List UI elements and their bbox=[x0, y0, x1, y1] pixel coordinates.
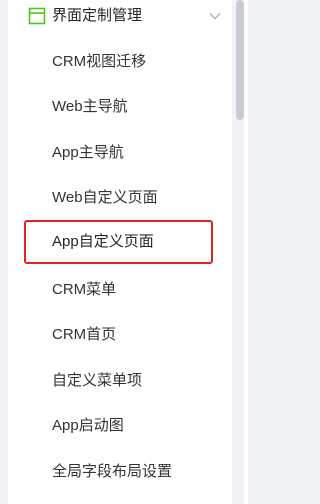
scrollbar-thumb[interactable] bbox=[236, 0, 244, 120]
menu-item-label: CRM菜单 bbox=[52, 281, 117, 298]
menu-item-app-custom-page[interactable]: App自定义页面 bbox=[24, 220, 213, 264]
sidebar-menu: 界面定制管理 CRM视图迁移 Web主导航 App主导航 Web自定义页面 Ap… bbox=[8, 0, 248, 504]
menu-item-app-main-nav[interactable]: App主导航 bbox=[8, 135, 236, 171]
menu-item-label: Web自定义页面 bbox=[52, 189, 158, 206]
menu-item-web-custom-page[interactable]: Web自定义页面 bbox=[8, 180, 236, 216]
menu-item-app-launch-image[interactable]: App启动图 bbox=[8, 408, 236, 444]
window-layout-icon bbox=[28, 7, 46, 25]
menu-item-label: CRM视图迁移 bbox=[52, 53, 147, 70]
menu-item-web-main-nav[interactable]: Web主导航 bbox=[8, 89, 236, 125]
menu-item-crm-view-migration[interactable]: CRM视图迁移 bbox=[8, 44, 236, 80]
menu-item-custom-menu-entry[interactable]: 自定义菜单项 bbox=[8, 363, 236, 399]
menu-item-label: CRM首页 bbox=[52, 326, 117, 343]
menu-item-label: App主导航 bbox=[52, 144, 124, 161]
menu-item-label: Web主导航 bbox=[52, 98, 128, 115]
menu-item-label: App启动图 bbox=[52, 417, 124, 434]
chevron-down-icon[interactable] bbox=[208, 9, 222, 23]
menu-item-label: 自定义菜单项 bbox=[52, 372, 143, 389]
menu-item-label: 全局字段布局设置 bbox=[52, 463, 173, 480]
menu-item-global-field-layout[interactable]: 全局字段布局设置 bbox=[8, 454, 236, 490]
menu-item-crm-home[interactable]: CRM首页 bbox=[8, 317, 236, 353]
menu-item-label: App自定义页面 bbox=[52, 233, 154, 250]
menu-item-crm-menu[interactable]: CRM菜单 bbox=[8, 272, 236, 308]
menu-group-title: 界面定制管理 bbox=[52, 7, 143, 24]
menu-group-header[interactable]: 界面定制管理 bbox=[8, 0, 248, 36]
